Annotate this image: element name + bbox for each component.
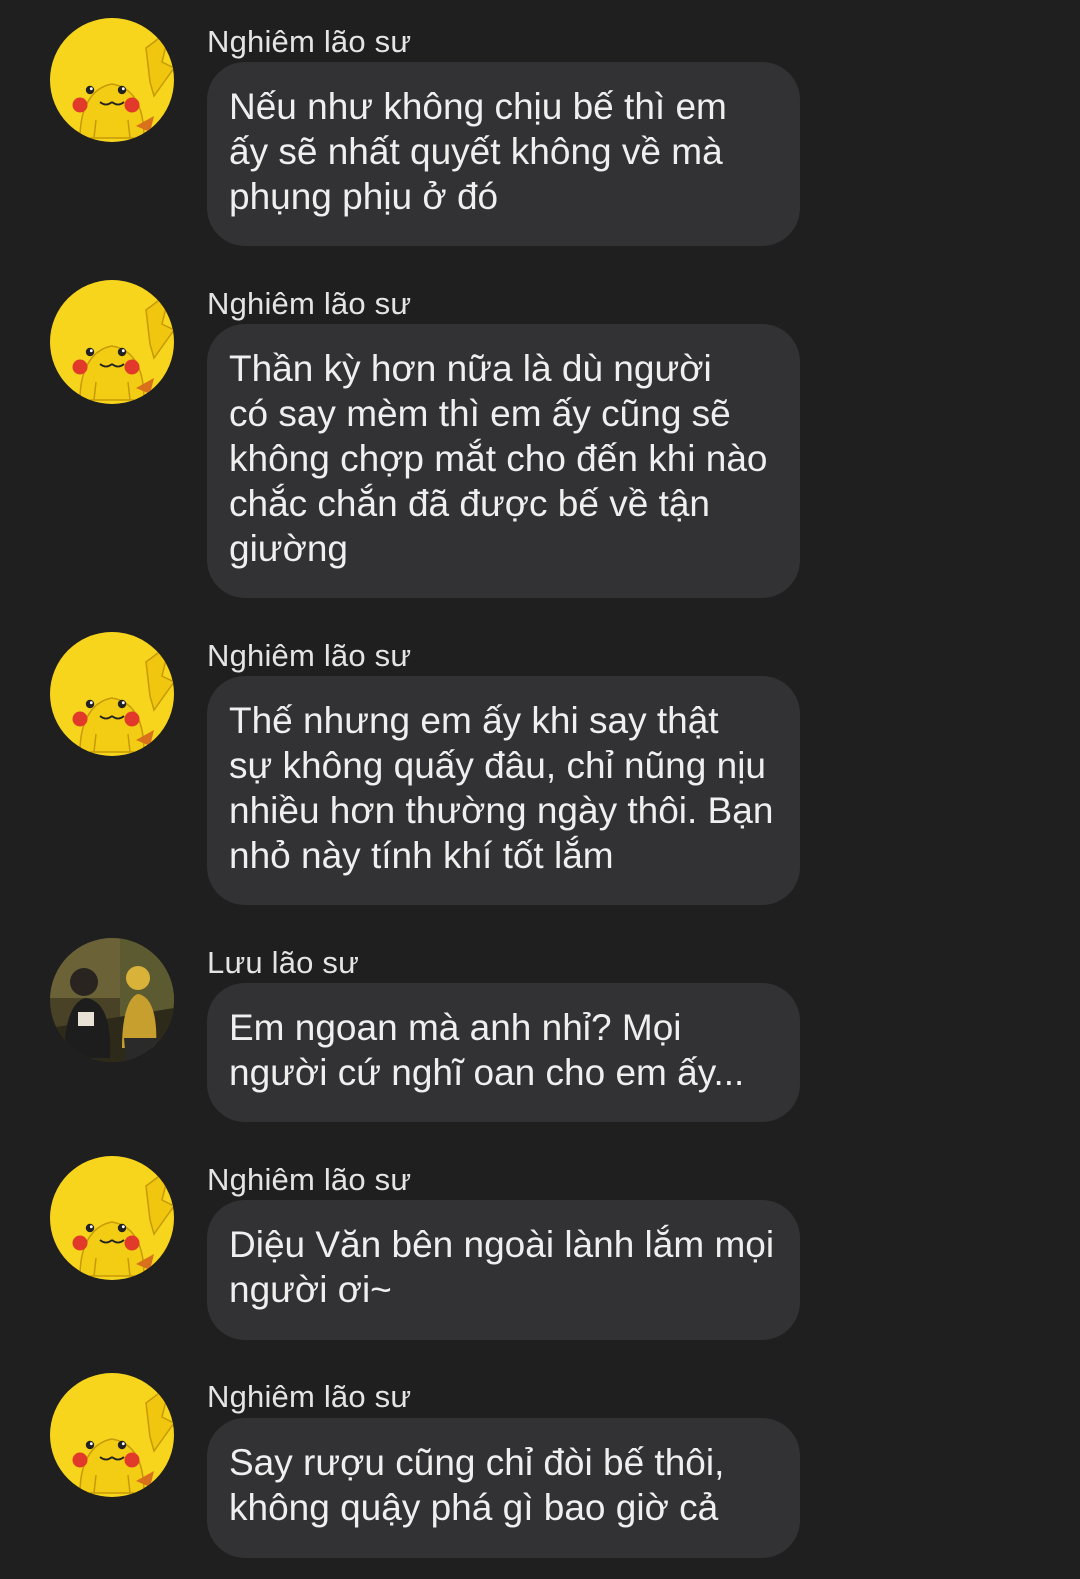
message-bubble[interactable]: Thần kỳ hơn nữa là dù người có say mèm t… <box>207 324 800 598</box>
message-text: Nếu như không chịu bế thì em ấy sẽ nhất … <box>229 86 727 217</box>
pikachu-avatar[interactable] <box>50 280 174 404</box>
message-text: Thần kỳ hơn nữa là dù người có say mèm t… <box>229 348 768 569</box>
message-bubble[interactable]: Diệu Văn bên ngoài lành lắm mọi người ơi… <box>207 1200 800 1340</box>
message-text: Diệu Văn bên ngoài lành lắm mọi người ơi… <box>229 1224 775 1310</box>
pikachu-avatar[interactable] <box>50 1156 174 1280</box>
sender-name[interactable]: Nghiêm lão sư <box>207 638 411 674</box>
message-text: Thế nhưng em ấy khi say thật sự không qu… <box>229 700 774 876</box>
pikachu-avatar[interactable] <box>50 18 174 142</box>
message-bubble[interactable]: Nếu như không chịu bế thì em ấy sẽ nhất … <box>207 62 800 246</box>
pikachu-icon <box>50 1156 174 1280</box>
sender-name[interactable]: Lưu lão sư <box>207 945 359 981</box>
pikachu-icon <box>50 18 174 142</box>
pikachu-avatar[interactable] <box>50 1373 174 1497</box>
message-bubble[interactable]: Thế nhưng em ấy khi say thật sự không qu… <box>207 676 800 905</box>
pikachu-icon <box>50 1373 174 1497</box>
message-text: Say rượu cũng chỉ đòi bế thôi, không quậ… <box>229 1442 725 1528</box>
sender-name[interactable]: Nghiêm lão sư <box>207 286 411 322</box>
photo-avatar[interactable] <box>50 938 174 1062</box>
message-text: Em ngoan mà anh nhỉ? Mọi người cứ nghĩ o… <box>229 1007 745 1093</box>
sender-name[interactable]: Nghiêm lão sư <box>207 1379 411 1415</box>
chat-thread[interactable]: Nghiêm lão sư Nếu như không chịu bế thì … <box>0 0 1080 1579</box>
sender-name[interactable]: Nghiêm lão sư <box>207 24 411 60</box>
pikachu-icon <box>50 632 174 756</box>
photo-icon <box>50 938 174 1062</box>
message-bubble[interactable]: Em ngoan mà anh nhỉ? Mọi người cứ nghĩ o… <box>207 983 800 1122</box>
pikachu-icon <box>50 280 174 404</box>
message-bubble[interactable]: Say rượu cũng chỉ đòi bế thôi, không quậ… <box>207 1418 800 1558</box>
pikachu-avatar[interactable] <box>50 632 174 756</box>
sender-name[interactable]: Nghiêm lão sư <box>207 1162 411 1198</box>
